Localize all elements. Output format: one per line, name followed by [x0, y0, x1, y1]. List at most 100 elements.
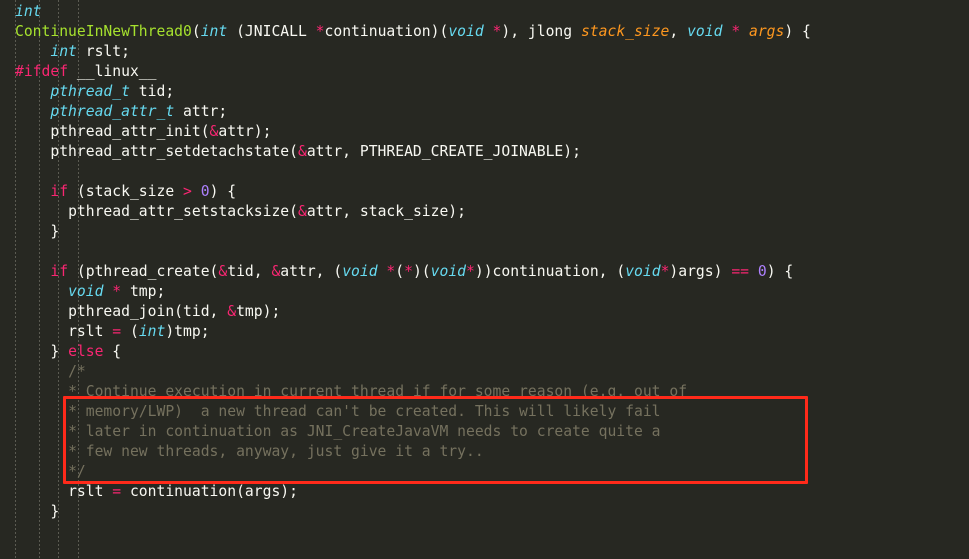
token-type: void: [342, 263, 378, 280]
code-line[interactable]: } else {: [0, 342, 969, 362]
token-op: &: [297, 143, 307, 160]
token-plain: tid,: [227, 263, 272, 280]
token-op: &: [218, 263, 228, 280]
token-type: pthread_attr_t: [50, 103, 175, 120]
token-plain: (: [395, 263, 405, 280]
token-plain: }: [50, 223, 60, 240]
token-plain: tmp);: [236, 303, 281, 320]
code-line[interactable]: [0, 162, 969, 182]
token-plain: }: [50, 343, 69, 360]
token-plain: ,: [669, 23, 688, 40]
token-plain: continuation)(: [324, 23, 449, 40]
token-kw: else: [68, 343, 104, 360]
code-line[interactable]: pthread_attr_t attr;: [0, 102, 969, 122]
token-fn: ContinueInNewThread0: [15, 23, 192, 40]
token-plain: }: [50, 503, 60, 520]
token-plain: ), jlong: [501, 23, 581, 40]
token-op: *: [315, 23, 325, 40]
code-line[interactable]: /*: [0, 362, 969, 382]
code-line[interactable]: pthread_attr_setdetachstate(&attr, PTHRE…: [0, 142, 969, 162]
code-line[interactable]: if (stack_size > 0) {: [0, 182, 969, 202]
token-plain: rslt;: [76, 43, 130, 60]
code-line[interactable]: */: [0, 462, 969, 482]
code-line[interactable]: ContinueInNewThread0(int (JNICALL *conti…: [0, 22, 969, 42]
token-type: void: [68, 283, 104, 300]
code-line[interactable]: rslt = (int)tmp;: [0, 322, 969, 342]
code-line[interactable]: rslt = continuation(args);: [0, 482, 969, 502]
token-plain: )tmp;: [165, 323, 210, 340]
token-plain: attr);: [218, 123, 272, 140]
token-op: *: [404, 263, 413, 280]
token-cmt: /*: [68, 363, 86, 380]
code-line[interactable]: }: [0, 502, 969, 522]
token-type: void: [625, 263, 661, 280]
code-line[interactable]: void * tmp;: [0, 282, 969, 302]
code-line[interactable]: int: [0, 2, 969, 22]
token-op: *: [112, 283, 122, 300]
token-type: pthread_t: [50, 83, 130, 100]
code-line[interactable]: * memory/LWP) a new thread can't be crea…: [0, 402, 969, 422]
token-op: =: [112, 483, 122, 500]
token-type: int: [15, 3, 42, 20]
code-line[interactable]: if (pthread_create(&tid, &attr, (void *(…: [0, 262, 969, 282]
code-line[interactable]: pthread_join(tid, &tmp);: [0, 302, 969, 322]
token-plain: tid;: [129, 83, 175, 100]
code-line[interactable]: pthread_t tid;: [0, 82, 969, 102]
token-type: int: [200, 23, 228, 40]
token-plain: __linux__: [68, 63, 157, 80]
token-var: args: [749, 23, 785, 40]
token-plain: tmp;: [121, 283, 166, 300]
token-op: *: [466, 263, 475, 280]
token-plain: continuation(args);: [121, 483, 298, 500]
token-type: void: [448, 23, 484, 40]
token-op: &: [271, 263, 281, 280]
token-plain: attr, PTHREAD_CREATE_JOINABLE);: [306, 143, 581, 160]
token-type: void: [687, 23, 723, 40]
code-editor-viewport[interactable]: int ContinueInNewThread0(int (JNICALL *co…: [0, 0, 969, 559]
token-plain: (JNICALL: [227, 23, 316, 40]
token-plain: )args): [669, 263, 732, 280]
token-plain: pthread_attr_init(: [50, 123, 210, 140]
token-cmt: */: [68, 463, 86, 480]
code-line[interactable]: [0, 242, 969, 262]
token-plain: (: [191, 23, 201, 40]
token-op: >: [183, 183, 192, 200]
code-line[interactable]: }: [0, 222, 969, 242]
token-plain: ) {: [209, 183, 237, 200]
token-plain: rslt: [68, 483, 113, 500]
code-line[interactable]: * Continue execution in current thread i…: [0, 382, 969, 402]
token-op: =: [112, 323, 122, 340]
token-plain: pthread_attr_setstacksize(: [68, 203, 298, 220]
token-plain: ))continuation, (: [474, 263, 626, 280]
token-type: int: [138, 323, 166, 340]
code-line[interactable]: #ifdef __linux__: [0, 62, 969, 82]
token-op: &: [227, 303, 237, 320]
token-kw: if: [50, 263, 69, 280]
token-num: 0: [200, 183, 210, 200]
code-line[interactable]: pthread_attr_setstacksize(&attr, stack_s…: [0, 202, 969, 222]
code-line[interactable]: int rslt;: [0, 42, 969, 62]
code-line[interactable]: * few new threads, anyway, just give it …: [0, 442, 969, 462]
token-plain: )(: [412, 263, 431, 280]
code-line[interactable]: pthread_attr_init(&attr);: [0, 122, 969, 142]
token-plain: (: [121, 323, 139, 340]
code-line[interactable]: * later in continuation as JNI_CreateJav…: [0, 422, 969, 442]
token-op: *: [386, 263, 396, 280]
code-content[interactable]: int ContinueInNewThread0(int (JNICALL *co…: [0, 0, 969, 522]
token-plain: attr;: [174, 103, 228, 120]
